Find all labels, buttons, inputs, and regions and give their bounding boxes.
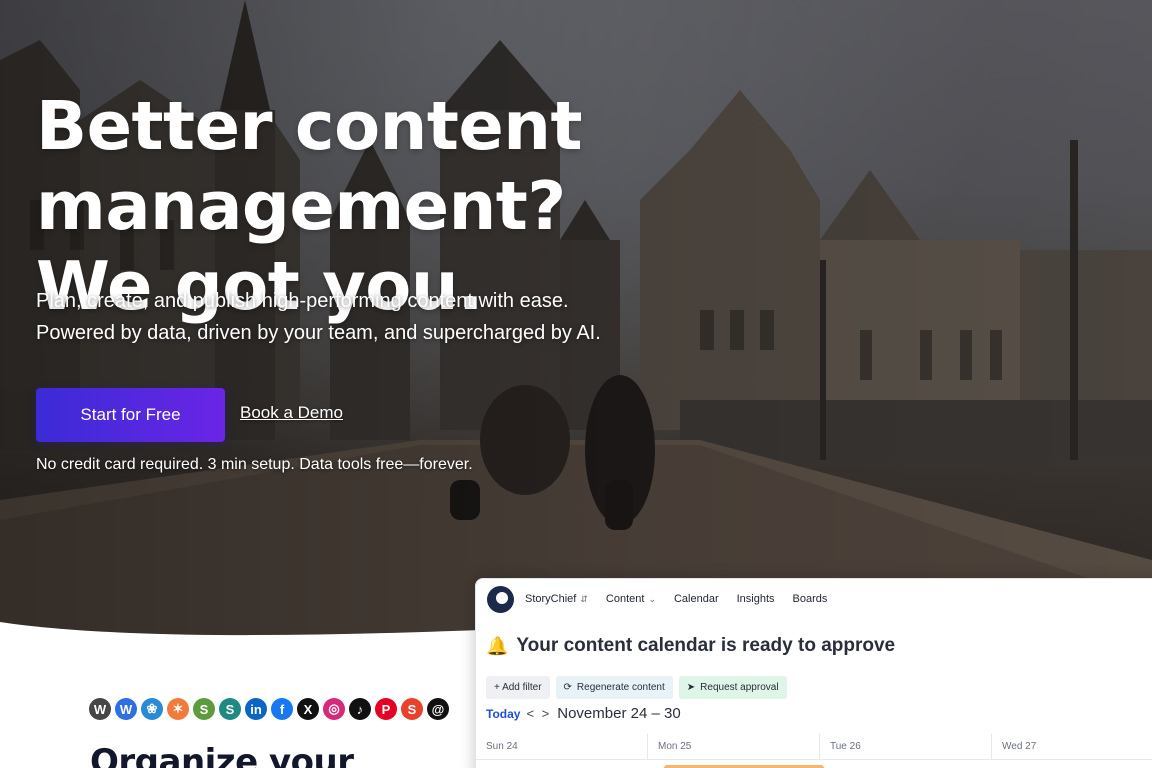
workspace-switcher[interactable]: StoryChief ⇵	[525, 593, 588, 605]
calendar-header: Today < > November 24 – 30	[486, 705, 681, 722]
app-title: Your content calendar is ready to approv…	[516, 635, 896, 656]
nav-item-calendar[interactable]: Calendar	[674, 593, 719, 605]
hero-sub-line-1: Plan, create, and publish high-performin…	[36, 290, 569, 312]
storychief-logo-icon	[487, 585, 514, 613]
buffer-icon: S	[401, 698, 423, 720]
wordpress-icon: W	[89, 698, 111, 720]
sharepoint-icon: S	[219, 698, 241, 720]
day-header-sun: Sun 24	[476, 734, 648, 759]
start-for-free-button[interactable]: Start for Free	[36, 388, 225, 442]
request-approval-button[interactable]: ➤ Request approval	[678, 676, 787, 699]
nav-item-insights-label: Insights	[736, 593, 775, 605]
hero-sub-line-2: Powered by data, driven by your team, an…	[36, 322, 601, 344]
pinterest-icon: P	[375, 698, 397, 720]
nav-item-boards-label: Boards	[792, 593, 828, 605]
book-a-demo-link[interactable]: Book a Demo	[240, 403, 343, 423]
day-header-tue: Tue 26	[820, 734, 992, 759]
send-icon: ➤	[686, 682, 696, 693]
tiktok-icon: ♪	[349, 698, 371, 720]
nav-item-content-label: Content	[605, 593, 645, 605]
add-filter-button[interactable]: + Add filter	[486, 676, 550, 699]
linkedin-icon: in	[245, 698, 267, 720]
workspace-name: StoryChief	[525, 593, 577, 605]
nav-item-boards[interactable]: Boards	[793, 593, 828, 605]
chevron-updown-icon: ⇵	[580, 593, 588, 604]
nav-item-calendar-label: Calendar	[673, 593, 719, 605]
app-navbar: StoryChief ⇵ Content ⌄ Calendar Insights…	[476, 579, 1152, 619]
day-header-mon: Mon 25	[648, 734, 820, 759]
refresh-icon: ⟳	[563, 682, 572, 693]
instagram-icon: ◎	[323, 698, 345, 720]
request-approval-label: Request approval	[700, 682, 779, 693]
app-preview-card: StoryChief ⇵ Content ⌄ Calendar Insights…	[475, 578, 1152, 768]
nav-item-insights[interactable]: Insights	[737, 593, 775, 605]
prev-next-arrows[interactable]: < >	[526, 706, 551, 721]
date-range: November 24 – 30	[557, 705, 681, 722]
calendar-day-headers: Sun 24 Mon 25 Tue 26 Wed 27	[476, 734, 1152, 760]
hubspot-icon: ✶	[167, 698, 189, 720]
integration-logos: W W ❀ ✶ S Sin f X ◎ ♪ P S @	[89, 698, 449, 720]
facebook-icon: f	[271, 698, 293, 720]
hero-note: No credit card required. 3 min setup. Da…	[36, 456, 473, 473]
hero-section: Better content management? We got you. P…	[0, 0, 1152, 640]
today-button[interactable]: Today	[486, 707, 520, 721]
bell-icon: 🔔	[486, 635, 509, 656]
hero-subheadline: Plan, create, and publish high-performin…	[36, 285, 601, 349]
day-header-wed: Wed 27	[992, 734, 1152, 759]
regenerate-content-button[interactable]: ⟳ Regenerate content	[555, 676, 673, 699]
threads-icon: @	[427, 698, 449, 720]
nav-item-content[interactable]: Content ⌄	[606, 593, 656, 605]
add-filter-label: + Add filter	[494, 682, 542, 693]
webflow-icon: W	[115, 698, 137, 720]
shopify-icon: S	[193, 698, 215, 720]
section-title: Organize your	[90, 742, 354, 768]
app-title-row: 🔔 Your content calendar is ready to appr…	[486, 635, 895, 657]
chevron-down-icon: ⌄	[648, 593, 656, 604]
x-icon: X	[297, 698, 319, 720]
drupal-icon: ❀	[141, 698, 163, 720]
hero-headline-line-1: Better content management?	[36, 87, 583, 245]
toolbar-chips: + Add filter ⟳ Regenerate content ➤ Requ…	[486, 676, 787, 699]
regenerate-content-label: Regenerate content	[576, 682, 665, 693]
